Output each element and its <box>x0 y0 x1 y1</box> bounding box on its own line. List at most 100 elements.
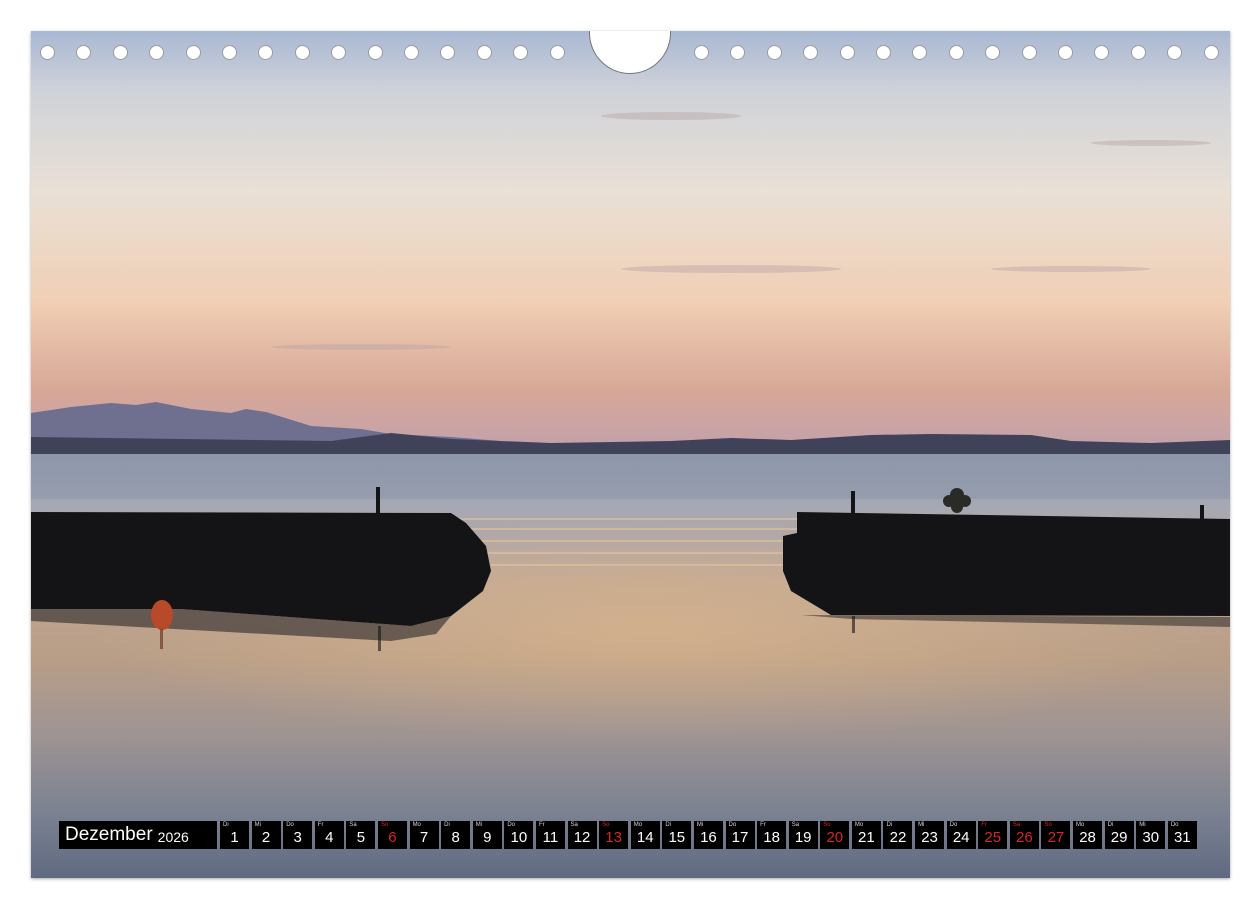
binding-hole <box>222 45 237 60</box>
day-number: 17 <box>731 829 749 846</box>
day-cell: Mi 9 <box>472 821 502 849</box>
day-cell: Mo 7 <box>409 821 439 849</box>
binding-hole <box>766 45 782 60</box>
weekday-label: Di <box>665 822 671 828</box>
weekday-label: Fr <box>981 822 987 828</box>
binding-hole <box>258 45 274 60</box>
binding-hole <box>730 45 746 60</box>
weekday-label: Do <box>949 822 958 828</box>
day-cell: Di 1 <box>220 821 249 849</box>
binding-hole <box>694 45 709 60</box>
day-number: 18 <box>763 829 780 846</box>
weekday-label: So <box>1044 822 1052 828</box>
month-year: 2026 <box>157 829 189 845</box>
day-cell: Fr 18 <box>757 821 787 849</box>
day-cell: So 20 <box>820 821 850 849</box>
day-number: 10 <box>510 829 528 846</box>
binding-hole <box>549 45 565 60</box>
day-cell: Mi 23 <box>915 821 945 849</box>
binding-hole <box>948 45 964 60</box>
day-cell: Fr 4 <box>314 821 344 849</box>
binding-hole <box>1203 45 1219 60</box>
day-number: 8 <box>451 829 460 846</box>
day-number: 30 <box>1142 829 1160 846</box>
binding-hole <box>839 45 855 60</box>
day-cell: Do 31 <box>1167 821 1197 849</box>
day-cell: Do 3 <box>283 821 313 849</box>
day-number: 16 <box>700 829 717 846</box>
day-cell: Fr 25 <box>978 821 1008 849</box>
binding-hole <box>1167 45 1183 60</box>
day-cell: Mi 2 <box>251 821 281 849</box>
day-number: 3 <box>293 829 302 846</box>
binding-hole <box>76 45 92 60</box>
day-number: 1 <box>230 829 239 846</box>
weekday-label: Do <box>1170 822 1179 828</box>
weekday-label: Mo <box>633 822 643 828</box>
day-number: 21 <box>858 829 875 846</box>
day-cell: Sa 5 <box>346 821 376 849</box>
day-number: 25 <box>984 829 1002 846</box>
binding-hole <box>112 45 128 60</box>
weekday-label: Sa <box>349 822 357 828</box>
binding-hole <box>367 45 383 60</box>
weekday-label: Mo <box>412 822 421 828</box>
binding-hole <box>294 45 310 60</box>
day-cell: Di 8 <box>441 821 471 849</box>
weekday-label: Mo <box>1076 822 1085 828</box>
day-number: 31 <box>1173 829 1191 846</box>
day-number: 13 <box>605 829 622 846</box>
month-name: Dezember <box>65 824 153 845</box>
day-number: 26 <box>1016 829 1033 846</box>
day-number: 19 <box>794 829 812 846</box>
day-cell: Mi 30 <box>1136 821 1166 849</box>
binding-hole <box>404 45 419 60</box>
weekday-label: Sa <box>791 822 800 828</box>
binding-hole <box>185 45 201 60</box>
day-number: 14 <box>636 829 654 846</box>
binding-hole <box>40 45 55 60</box>
day-cell: So 13 <box>599 821 629 849</box>
binding-hole <box>1021 45 1037 60</box>
day-cell: Mo 14 <box>630 821 660 849</box>
day-number: 6 <box>388 829 397 846</box>
weekday-label: Di <box>223 822 229 828</box>
day-cell: Do 24 <box>946 821 976 849</box>
day-number: 28 <box>1079 829 1096 846</box>
binding-hole <box>985 45 1001 60</box>
binding-hole <box>803 45 819 60</box>
day-cell: Sa 26 <box>1009 821 1039 849</box>
binding-hole <box>1130 45 1146 60</box>
lake-sunset-photo <box>31 31 1230 878</box>
day-number: 7 <box>419 829 429 846</box>
weekday-label: Mi <box>475 822 483 828</box>
day-number: 24 <box>952 829 970 846</box>
weekday-label: Di <box>886 822 893 828</box>
weekday-label: So <box>602 822 610 828</box>
day-cell: So 27 <box>1041 821 1071 849</box>
day-cell: Mo 28 <box>1073 821 1103 849</box>
weekday-label: Do <box>728 822 737 828</box>
weekday-label: Mi <box>696 822 704 828</box>
day-cell: Di 22 <box>883 821 913 849</box>
day-number: 20 <box>826 829 844 846</box>
binding-hole <box>876 45 891 60</box>
day-number: 29 <box>1110 829 1128 846</box>
day-cell: Do 10 <box>504 821 534 849</box>
weekday-label: Mi <box>254 822 261 828</box>
weekday-label: Fr <box>538 822 545 828</box>
binding-hole <box>1094 45 1110 60</box>
weekday-label: Sa <box>1012 822 1021 828</box>
day-number: 4 <box>325 829 334 846</box>
binding-hole <box>440 45 456 60</box>
day-cell: Di 29 <box>1104 821 1134 849</box>
day-number: 27 <box>1047 829 1065 846</box>
weekday-label: Do <box>286 822 294 828</box>
binding-hole <box>149 45 165 60</box>
day-cell: Sa 19 <box>788 821 818 849</box>
day-number: 2 <box>261 829 271 846</box>
day-cell: Sa 12 <box>567 821 597 849</box>
weekday-label: So <box>380 822 389 828</box>
binding-hole <box>912 45 928 60</box>
calendar-page: Dezember 2026 Di 1 Mi 2 Do 3 Fr 4 Sa 5 So 6 Mo 7 Di 8 Mi… <box>31 31 1230 878</box>
